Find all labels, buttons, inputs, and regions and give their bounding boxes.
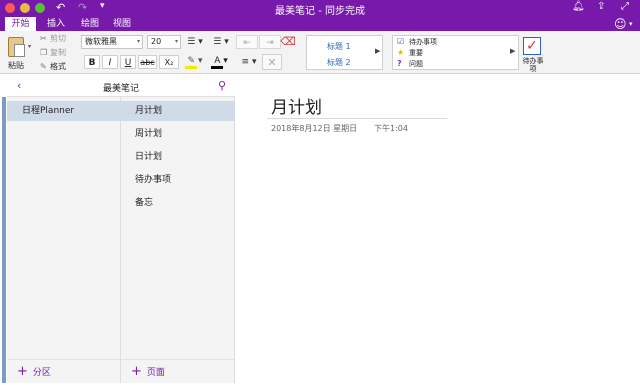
- chevron-down-icon: ▾: [174, 38, 178, 45]
- tag-important-label: 重要: [409, 49, 423, 57]
- delete-button[interactable]: ✕: [262, 54, 282, 70]
- add-section-label: 分区: [32, 368, 51, 378]
- window-title: 最美笔记 - 同步完成: [275, 6, 365, 17]
- copy-button[interactable]: ❐ 复制: [40, 47, 66, 58]
- feedback-smiley-icon[interactable]: ☺: [614, 17, 627, 31]
- plus-icon: +: [17, 364, 28, 379]
- scissors-icon: ✂: [40, 34, 47, 43]
- italic-button[interactable]: I: [102, 55, 118, 69]
- cut-button[interactable]: ✂ 剪切: [40, 33, 66, 44]
- font-size-select[interactable]: 20 ▾: [147, 35, 181, 49]
- format-painter-button[interactable]: ✎ 格式: [40, 61, 66, 72]
- style-heading-2[interactable]: 标题 2: [327, 57, 351, 68]
- tab-insert[interactable]: 插入: [44, 17, 68, 31]
- share-icon[interactable]: ⇪: [597, 1, 605, 12]
- search-icon[interactable]: ⚲: [218, 79, 226, 92]
- page-time: 下午1:04: [374, 124, 408, 133]
- tag-todo[interactable]: ☑ 待办事项: [397, 37, 437, 47]
- delete-x-icon: ✕: [267, 56, 277, 69]
- chevron-right-icon[interactable]: ▶: [510, 47, 515, 55]
- font-name-value: 微软雅黑: [85, 37, 117, 46]
- font-size-value: 20: [151, 37, 162, 46]
- page-item-memo[interactable]: 备忘: [121, 193, 235, 213]
- page-list: 月计划 周计划 日计划 待办事项 备忘: [121, 97, 235, 359]
- align-left-icon: ≡: [241, 57, 250, 67]
- section-color-bar: [2, 97, 6, 383]
- strikethrough-button[interactable]: abc: [138, 55, 157, 69]
- expand-icon[interactable]: ⤢: [621, 1, 629, 12]
- question-icon: ?: [397, 59, 402, 68]
- chevron-right-icon[interactable]: ▶: [375, 47, 380, 55]
- chevron-down-icon[interactable]: ▾: [629, 17, 633, 31]
- paste-dropdown-icon[interactable]: ▾: [28, 43, 31, 50]
- tag-todo-label: 待办事项: [409, 38, 437, 46]
- todo-tag-label[interactable]: 待办事项: [521, 57, 545, 73]
- copy-icon: ❐: [40, 48, 48, 57]
- add-section-button[interactable]: + 分区: [7, 359, 121, 383]
- highlighter-icon: ✎: [187, 56, 196, 66]
- style-heading-1[interactable]: 标题 1: [327, 41, 351, 52]
- add-page-button[interactable]: + 页面: [121, 359, 235, 383]
- paintbrush-icon: ✎: [40, 62, 47, 71]
- tag-question-label: 问题: [409, 60, 423, 68]
- bullet-list-button[interactable]: ☰ ▾: [184, 35, 206, 49]
- notifications-icon[interactable]: 🔔︎: [572, 1, 585, 12]
- notebook-header: ‹ 最美笔记 ⚲: [7, 76, 235, 97]
- page-date: 2018年8月12日 星期日: [271, 124, 358, 133]
- increase-indent-button[interactable]: ⇥: [259, 35, 281, 49]
- title-divider: [267, 118, 447, 119]
- font-color-button[interactable]: A ▾: [209, 55, 233, 69]
- format-painter-label: 格式: [50, 62, 66, 71]
- copy-label: 复制: [50, 48, 66, 57]
- outdent-icon: ⇤: [243, 38, 251, 48]
- tag-question[interactable]: ? 问题: [397, 59, 423, 69]
- star-icon: ★: [397, 48, 405, 57]
- notebook-title[interactable]: 最美笔记: [7, 81, 235, 94]
- tab-home[interactable]: 开始: [5, 17, 36, 31]
- eraser-icon: ⌫: [280, 35, 296, 48]
- numbered-list-icon: ☰: [213, 37, 222, 47]
- styles-gallery[interactable]: 标题 1 标题 2 ▶: [306, 35, 383, 70]
- decrease-indent-button[interactable]: ⇤: [236, 35, 258, 49]
- section-item-planner[interactable]: 日程Planner: [7, 101, 121, 121]
- title-bar: ↶ ↷ ▾ 最美笔记 - 同步完成 🔔︎ ⇪ ⤢: [0, 0, 640, 17]
- underline-button[interactable]: U: [120, 55, 136, 69]
- page-item-daily[interactable]: 日计划: [121, 147, 235, 167]
- tags-gallery[interactable]: ☑ 待办事项 ★ 重要 ? 问题 ▶: [392, 35, 519, 70]
- highlight-button[interactable]: ✎ ▾: [183, 55, 207, 69]
- bullet-list-icon: ☰: [187, 37, 196, 47]
- section-list: 日程Planner: [7, 97, 121, 359]
- page-item-todo[interactable]: 待办事项: [121, 170, 235, 190]
- todo-checkbox-icon[interactable]: ✓: [523, 37, 541, 55]
- font-color-icon: A: [214, 56, 221, 66]
- paste-icon[interactable]: [8, 37, 25, 57]
- numbered-list-button[interactable]: ☰ ▾: [210, 35, 232, 49]
- paragraph-align-button[interactable]: ≡ ▾: [238, 55, 260, 69]
- page-title[interactable]: 月计划: [271, 93, 322, 118]
- subscript-button[interactable]: X₂: [159, 55, 179, 69]
- ribbon: ▾ 粘贴 ✂ 剪切 ❐ 复制 ✎ 格式 微软雅黑 ▾ 20 ▾ B I U abc X…: [0, 31, 640, 74]
- plus-icon: +: [131, 364, 142, 379]
- section-color-strip: [0, 97, 7, 383]
- bold-button[interactable]: B: [84, 55, 100, 69]
- page-item-weekly[interactable]: 周计划: [121, 124, 235, 144]
- chevron-down-icon: ▾: [136, 38, 140, 45]
- checkbox-icon: ☑: [397, 37, 405, 46]
- tab-draw[interactable]: 绘图: [78, 17, 102, 31]
- tab-view[interactable]: 视图: [110, 17, 134, 31]
- highlight-color-bar: [185, 66, 197, 69]
- paste-label[interactable]: 粘贴: [8, 60, 24, 71]
- font-color-bar: [211, 66, 223, 69]
- cut-label: 剪切: [50, 34, 66, 43]
- indent-icon: ⇥: [266, 38, 274, 48]
- clear-formatting-button[interactable]: ⌫: [279, 34, 297, 50]
- tag-important[interactable]: ★ 重要: [397, 48, 423, 58]
- page-item-monthly[interactable]: 月计划: [121, 101, 235, 121]
- add-page-label: 页面: [146, 368, 165, 378]
- ribbon-tab-bar: 开始 插入 绘图 视图 ☺ ▾: [0, 17, 640, 31]
- page-canvas[interactable]: 月计划 2018年8月12日 星期日 下午1:04: [235, 76, 640, 383]
- font-name-select[interactable]: 微软雅黑 ▾: [81, 35, 143, 49]
